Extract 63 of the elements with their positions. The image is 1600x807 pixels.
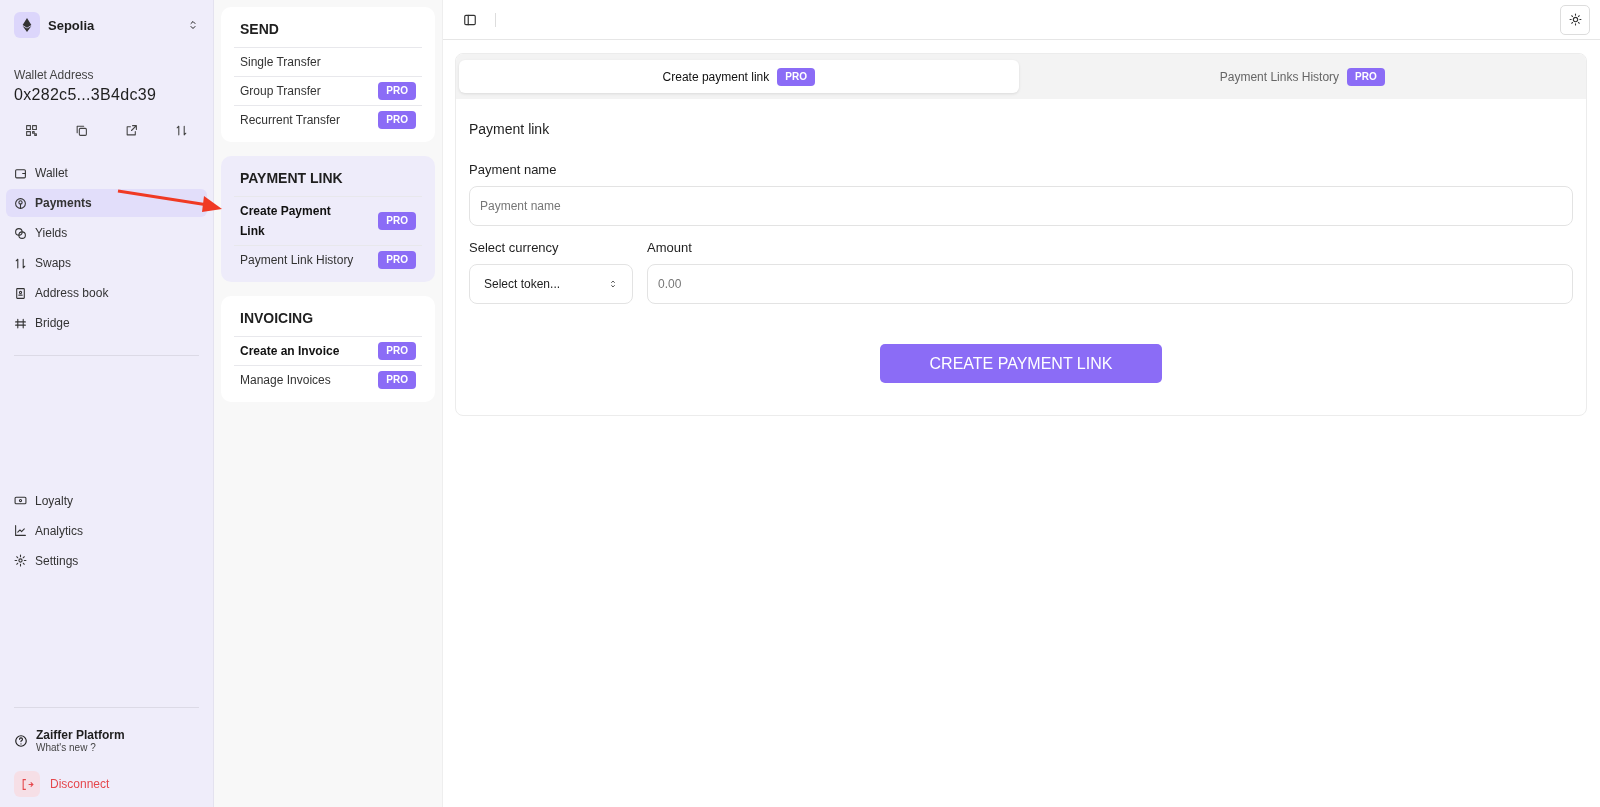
menu-item[interactable]: Group Transfer PRO	[234, 76, 422, 105]
sun-icon	[1568, 13, 1582, 26]
ethereum-icon	[14, 12, 40, 38]
swap-icon	[14, 256, 27, 270]
create-payment-link-button[interactable]: CREATE PAYMENT LINK	[880, 344, 1162, 383]
token-dropdown[interactable]: Select token...	[469, 264, 633, 304]
pro-badge: PRO	[1347, 67, 1385, 86]
amount-field[interactable]: 0.00	[647, 264, 1573, 304]
nav-item[interactable]: Yields	[6, 219, 207, 247]
pro-badge: PRO	[378, 251, 416, 269]
nav-item[interactable]: Swaps	[6, 249, 207, 277]
coins-icon	[14, 226, 27, 240]
field-label: Select currency	[469, 240, 560, 255]
network-selector[interactable]: Sepolia	[6, 12, 207, 38]
pro-badge: PRO	[777, 67, 815, 86]
chevrons-icon	[187, 19, 199, 31]
nav-item[interactable]: Payments	[6, 189, 207, 217]
tab[interactable]: Create payment link PRO	[459, 60, 1019, 93]
field-label: Amount	[647, 240, 693, 255]
menu-item[interactable]: Create Payment Link PRO	[234, 196, 422, 245]
pro-badge: PRO	[378, 371, 416, 389]
nav-item[interactable]: Wallet	[6, 159, 207, 187]
chevrons-icon	[608, 279, 618, 289]
help-icon	[14, 733, 28, 748]
nav-item[interactable]: Loyalty	[6, 486, 207, 515]
nav-item[interactable]: Bridge	[6, 309, 207, 337]
pro-badge: PRO	[378, 342, 416, 360]
section-title: INVOICING	[240, 310, 315, 328]
menu-item[interactable]: Manage Invoices PRO	[234, 365, 422, 394]
platform-title[interactable]: Zaiffer Platform	[36, 728, 125, 742]
logout-icon[interactable]	[14, 771, 40, 797]
ticket-icon	[14, 494, 27, 507]
pro-badge: PRO	[378, 111, 416, 129]
menu-item[interactable]: Payment Link History PRO	[234, 245, 422, 274]
wallet-label: Wallet Address	[14, 68, 95, 82]
form-title: Payment link	[469, 121, 551, 137]
bridge-icon	[14, 316, 27, 330]
pro-badge: PRO	[378, 212, 416, 230]
external-link-icon	[125, 124, 139, 137]
chart-icon	[14, 524, 27, 537]
tab[interactable]: Payment Links History PRO	[1022, 60, 1582, 93]
settings-icon	[14, 554, 27, 567]
globe-icon	[14, 196, 27, 210]
menu-item[interactable]: Create an Invoice PRO	[234, 336, 422, 365]
section-title: SEND	[240, 21, 280, 39]
whats-new-link[interactable]: What's new ?	[36, 742, 125, 753]
menu-item[interactable]: Recurrent Transfer PRO	[234, 105, 422, 134]
menu-item[interactable]: Single Transfer	[234, 47, 422, 76]
qr-code-icon	[24, 124, 38, 137]
payment-name-field[interactable]: Payment name	[469, 186, 1573, 226]
nav-item[interactable]: Settings	[6, 546, 207, 575]
field-label: Payment name	[469, 162, 558, 177]
nav-item[interactable]: Analytics	[6, 516, 207, 545]
sidebar-icon	[463, 12, 477, 27]
section-title: PAYMENT LINK	[240, 170, 344, 188]
address-book-icon	[14, 286, 27, 300]
pro-badge: PRO	[378, 82, 416, 100]
swap-arrows-icon	[175, 124, 189, 137]
theme-toggle-button[interactable]	[1560, 4, 1590, 35]
nav-item[interactable]: Address book	[6, 279, 207, 307]
wallet-icon	[14, 166, 27, 180]
wallet-address: 0x282c5...3B4dc39	[14, 86, 158, 104]
copy-icon	[74, 124, 88, 137]
